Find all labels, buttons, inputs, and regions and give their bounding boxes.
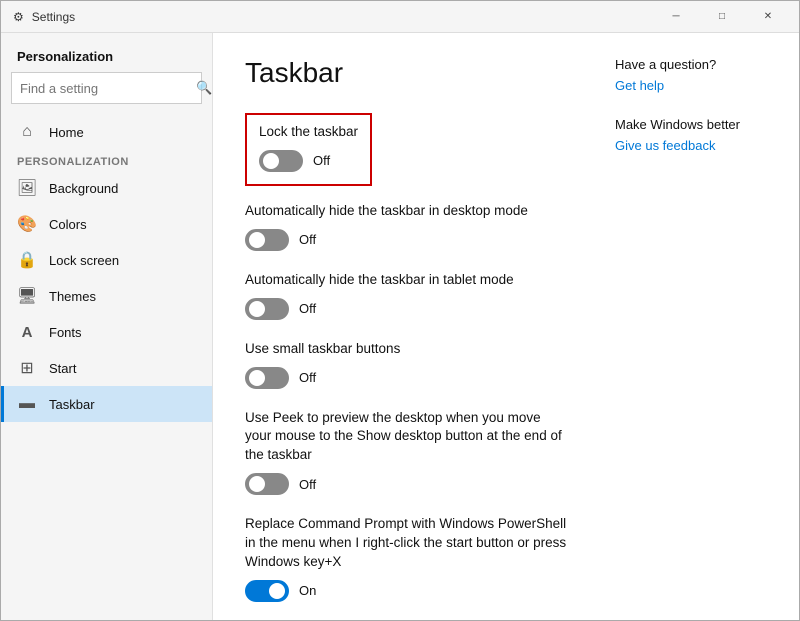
sidebar-item-taskbar[interactable]: ▬ Taskbar: [1, 386, 212, 422]
sidebar-item-background-label: Background: [49, 181, 118, 196]
sidebar-item-background[interactable]: 🖼 Background: [1, 170, 212, 206]
search-input[interactable]: [20, 81, 196, 96]
help-section: Have a question? Get help: [615, 57, 783, 93]
powershell-group: Replace Command Prompt with Windows Powe…: [245, 515, 567, 602]
background-icon: 🖼: [17, 178, 37, 198]
feedback-link[interactable]: Give us feedback: [615, 138, 783, 153]
lock-taskbar-label: Lock the taskbar: [259, 123, 358, 142]
powershell-toggle[interactable]: [245, 580, 289, 602]
sidebar-item-fonts-label: Fonts: [49, 325, 82, 340]
right-panel: Have a question? Get help Make Windows b…: [599, 33, 799, 620]
peek-toggle[interactable]: [245, 473, 289, 495]
get-help-link[interactable]: Get help: [615, 78, 783, 93]
title-bar: ⚙ Settings ─ □ ✕: [1, 1, 799, 33]
powershell-knob: [269, 583, 285, 599]
peek-toggle-row: Off: [245, 473, 567, 495]
small-buttons-toggle-row: Off: [245, 367, 567, 389]
page-title: Taskbar: [245, 57, 567, 89]
sidebar-item-start-label: Start: [49, 361, 76, 376]
hide-tablet-toggle[interactable]: [245, 298, 289, 320]
lock-screen-icon: 🔒: [17, 250, 37, 270]
title-bar-left: ⚙ Settings: [13, 10, 75, 24]
fonts-icon: A: [17, 322, 37, 342]
peek-group: Use Peek to preview the desktop when you…: [245, 409, 567, 496]
peek-state: Off: [299, 477, 316, 492]
title-bar-controls: ─ □ ✕: [653, 1, 791, 33]
settings-icon: ⚙: [13, 10, 24, 24]
small-buttons-state: Off: [299, 370, 316, 385]
sidebar-item-start[interactable]: ⊞ Start: [1, 350, 212, 386]
sidebar-item-lock-screen[interactable]: 🔒 Lock screen: [1, 242, 212, 278]
hide-desktop-group: Automatically hide the taskbar in deskto…: [245, 202, 567, 251]
minimize-button[interactable]: ─: [653, 1, 699, 33]
lock-taskbar-group: Lock the taskbar Off: [245, 113, 372, 186]
themes-icon: 🖥: [17, 286, 37, 306]
hide-tablet-label: Automatically hide the taskbar in tablet…: [245, 271, 567, 290]
sidebar: Personalization 🔍 ⌂ Home Personalization…: [1, 33, 213, 620]
hide-tablet-group: Automatically hide the taskbar in tablet…: [245, 271, 567, 320]
sidebar-item-colors[interactable]: 🎨 Colors: [1, 206, 212, 242]
powershell-toggle-row: On: [245, 580, 567, 602]
window-title: Settings: [32, 10, 75, 24]
powershell-label: Replace Command Prompt with Windows Powe…: [245, 515, 567, 572]
home-icon: ⌂: [17, 122, 37, 142]
sidebar-item-home-label: Home: [49, 125, 84, 140]
small-buttons-toggle[interactable]: [245, 367, 289, 389]
search-icon: 🔍: [196, 80, 212, 96]
hide-desktop-toggle-row: Off: [245, 229, 567, 251]
sidebar-item-colors-label: Colors: [49, 217, 87, 232]
hide-tablet-toggle-row: Off: [245, 298, 567, 320]
lock-taskbar-toggle[interactable]: [259, 150, 303, 172]
small-buttons-knob: [249, 370, 265, 386]
hide-tablet-state: Off: [299, 301, 316, 316]
hide-tablet-knob: [249, 301, 265, 317]
sidebar-item-taskbar-label: Taskbar: [49, 397, 95, 412]
main-content: Personalization 🔍 ⌂ Home Personalization…: [1, 33, 799, 620]
sidebar-item-fonts[interactable]: A Fonts: [1, 314, 212, 350]
content-area: Taskbar Lock the taskbar Off Automatical…: [213, 33, 599, 620]
close-button[interactable]: ✕: [745, 1, 791, 33]
taskbar-icon: ▬: [17, 394, 37, 414]
feedback-title: Make Windows better: [615, 117, 783, 132]
feedback-section: Make Windows better Give us feedback: [615, 117, 783, 153]
sidebar-item-themes-label: Themes: [49, 289, 96, 304]
hide-desktop-state: Off: [299, 232, 316, 247]
search-box[interactable]: 🔍: [11, 72, 202, 104]
hide-desktop-knob: [249, 232, 265, 248]
sidebar-item-lock-screen-label: Lock screen: [49, 253, 119, 268]
start-icon: ⊞: [17, 358, 37, 378]
lock-taskbar-knob: [263, 153, 279, 169]
small-buttons-group: Use small taskbar buttons Off: [245, 340, 567, 389]
sidebar-item-home[interactable]: ⌂ Home: [1, 114, 212, 150]
colors-icon: 🎨: [17, 214, 37, 234]
help-title: Have a question?: [615, 57, 783, 72]
maximize-button[interactable]: □: [699, 1, 745, 33]
hide-desktop-toggle[interactable]: [245, 229, 289, 251]
personalization-header: Personalization: [1, 150, 212, 170]
settings-window: ⚙ Settings ─ □ ✕ Personalization 🔍 ⌂ Hom…: [0, 0, 800, 621]
sidebar-section-title: Personalization: [1, 33, 212, 72]
peek-label: Use Peek to preview the desktop when you…: [245, 409, 567, 466]
hide-desktop-label: Automatically hide the taskbar in deskto…: [245, 202, 567, 221]
powershell-state: On: [299, 583, 316, 598]
sidebar-item-themes[interactable]: 🖥 Themes: [1, 278, 212, 314]
small-buttons-label: Use small taskbar buttons: [245, 340, 567, 359]
lock-taskbar-state: Off: [313, 153, 330, 168]
peek-knob: [249, 476, 265, 492]
lock-taskbar-toggle-row: Off: [259, 150, 358, 172]
